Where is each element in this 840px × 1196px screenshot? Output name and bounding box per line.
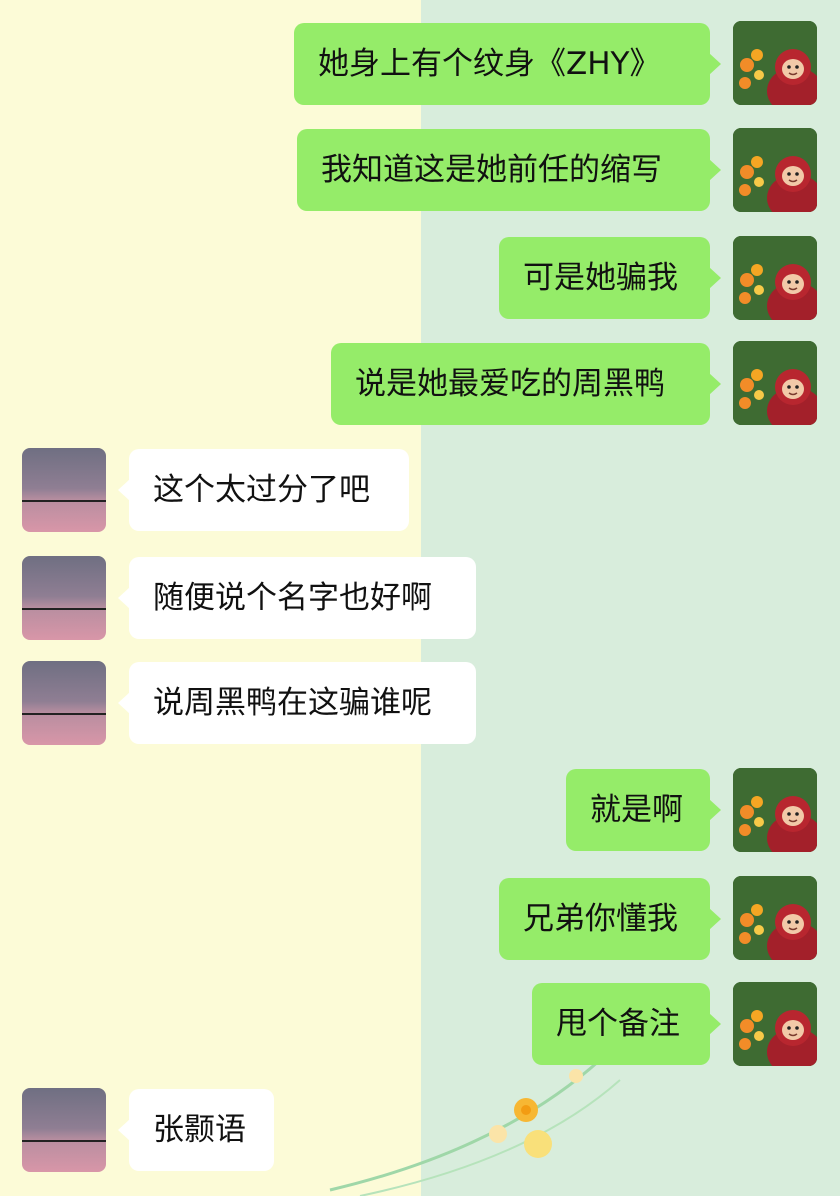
message-bubble-sent[interactable]: 我知道这是她前任的缩写 (297, 129, 721, 211)
message-bubble-sent[interactable]: 她身上有个纹身《ZHY》 (294, 23, 721, 105)
my-avatar[interactable] (733, 982, 817, 1066)
message-bubble-sent[interactable]: 甩个备注 (532, 983, 721, 1065)
contact-avatar[interactable] (22, 448, 106, 532)
message-bubble-received[interactable]: 张颢语 (118, 1089, 274, 1171)
dusk-sky-avatar-icon (22, 500, 106, 502)
dusk-sky-avatar-icon (22, 608, 106, 610)
my-avatar[interactable] (733, 21, 817, 105)
my-avatar[interactable] (733, 876, 817, 960)
message-bubble-received[interactable]: 随便说个名字也好啊 (118, 557, 476, 639)
teletubby-avatar-icon (733, 341, 817, 425)
message-bubble-received[interactable]: 说周黑鸭在这骗谁呢 (118, 662, 476, 744)
message-bubble-sent[interactable]: 兄弟你懂我 (499, 878, 721, 960)
my-avatar[interactable] (733, 128, 817, 212)
message-bubble-sent[interactable]: 可是她骗我 (499, 237, 721, 319)
teletubby-avatar-icon (733, 128, 817, 212)
contact-avatar[interactable] (22, 556, 106, 640)
message-bubble-received[interactable]: 这个太过分了吧 (118, 449, 409, 531)
my-avatar[interactable] (733, 768, 817, 852)
teletubby-avatar-icon (733, 876, 817, 960)
dusk-sky-avatar-icon (22, 713, 106, 715)
my-avatar[interactable] (733, 341, 817, 425)
my-avatar[interactable] (733, 236, 817, 320)
dusk-sky-avatar-icon (22, 1140, 106, 1142)
message-bubble-sent[interactable]: 说是她最爱吃的周黑鸭 (331, 343, 721, 425)
teletubby-avatar-icon (733, 982, 817, 1066)
contact-avatar[interactable] (22, 1088, 106, 1172)
teletubby-avatar-icon (733, 236, 817, 320)
teletubby-avatar-icon (733, 21, 817, 105)
contact-avatar[interactable] (22, 661, 106, 745)
message-bubble-sent[interactable]: 就是啊 (566, 769, 721, 851)
teletubby-avatar-icon (733, 768, 817, 852)
